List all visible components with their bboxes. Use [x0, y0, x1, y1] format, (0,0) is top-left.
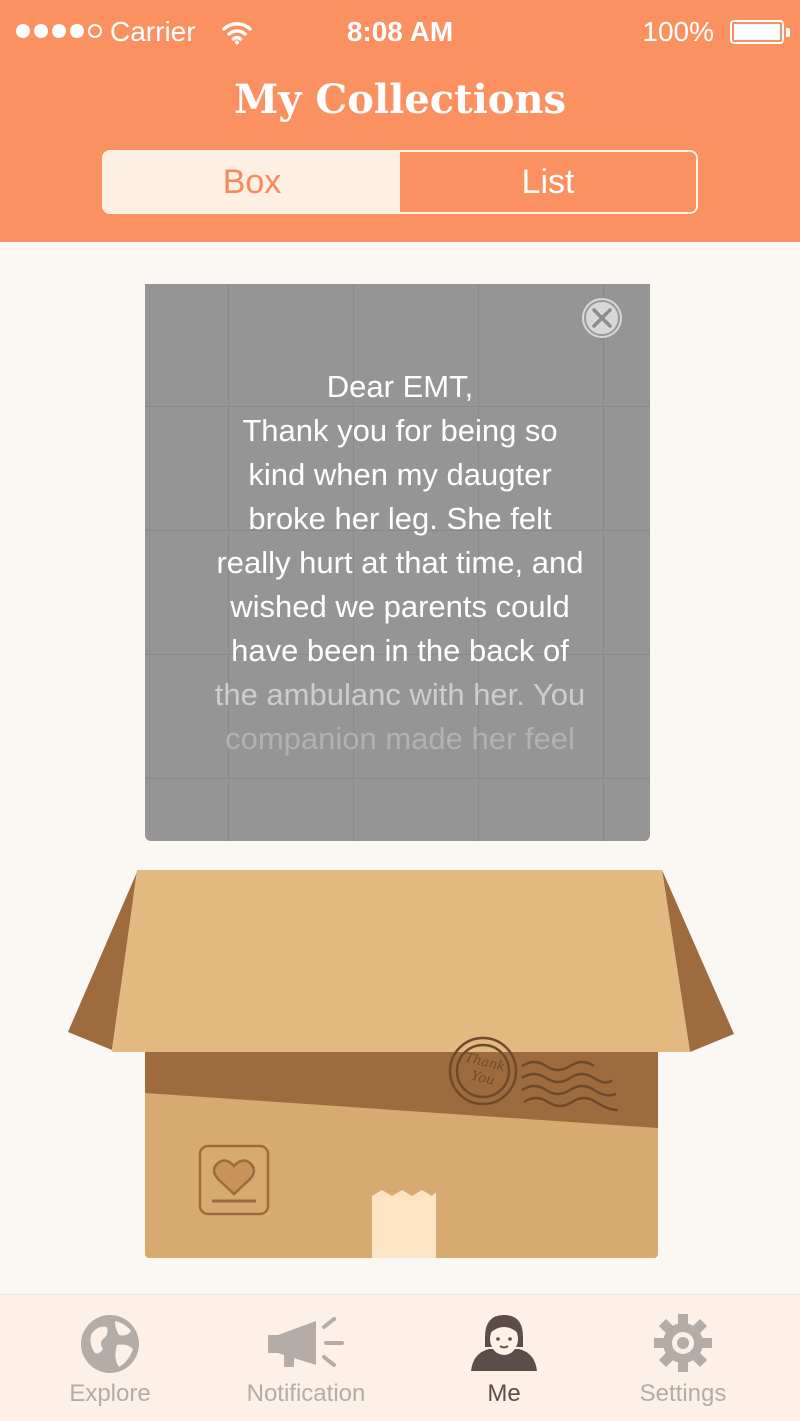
- note-line: companion made her feel: [225, 721, 575, 756]
- note-line: Thank you for being so: [242, 413, 558, 448]
- close-note-button[interactable]: [582, 298, 622, 338]
- status-bar: Carrier 8:08 AM 100%: [0, 0, 800, 64]
- note-line: wished we parents could: [230, 589, 570, 624]
- gear-icon: [653, 1313, 713, 1378]
- note-line: the ambulanc with her. You: [214, 677, 586, 712]
- megaphone-icon: [264, 1317, 348, 1378]
- note-line: kind when my daugter: [248, 457, 552, 492]
- tab-label: Notification: [246, 1380, 366, 1407]
- battery-icon: [730, 20, 784, 44]
- battery-percentage: 100%: [642, 16, 714, 47]
- tab-explore[interactable]: Explore: [10, 1295, 210, 1421]
- tab-bar: Explore Notification Me Settings: [0, 1294, 800, 1421]
- tab-notification[interactable]: Notification: [206, 1295, 406, 1421]
- page-title: My Collections: [233, 76, 567, 123]
- battery-tip: [786, 28, 790, 37]
- close-icon: [584, 300, 620, 336]
- note-message: Dear EMT, Thank you for being so kind wh…: [145, 365, 655, 761]
- note-line: Dear EMT,: [326, 369, 474, 404]
- view-mode-segmented-control: Box List: [102, 150, 698, 214]
- segment-box[interactable]: Box: [104, 152, 400, 212]
- collection-box-illustration[interactable]: Thank You: [60, 860, 750, 1270]
- segment-list[interactable]: List: [400, 152, 696, 212]
- tab-label: Explore: [69, 1380, 151, 1407]
- note-line: really hurt at that time, and: [216, 545, 584, 580]
- person-icon: [469, 1313, 539, 1376]
- globe-icon: [79, 1313, 141, 1380]
- tab-label: Me: [487, 1380, 521, 1407]
- tab-me[interactable]: Me: [404, 1295, 604, 1421]
- box-tape: [372, 1190, 436, 1258]
- note-line: have been in the back of: [231, 633, 569, 668]
- tab-label: Settings: [639, 1380, 727, 1407]
- header: Carrier 8:08 AM 100% My Collections Box …: [0, 0, 800, 242]
- note-line: broke her leg. She felt: [248, 501, 552, 536]
- box-lid: [112, 870, 690, 1052]
- tab-settings[interactable]: Settings: [583, 1295, 783, 1421]
